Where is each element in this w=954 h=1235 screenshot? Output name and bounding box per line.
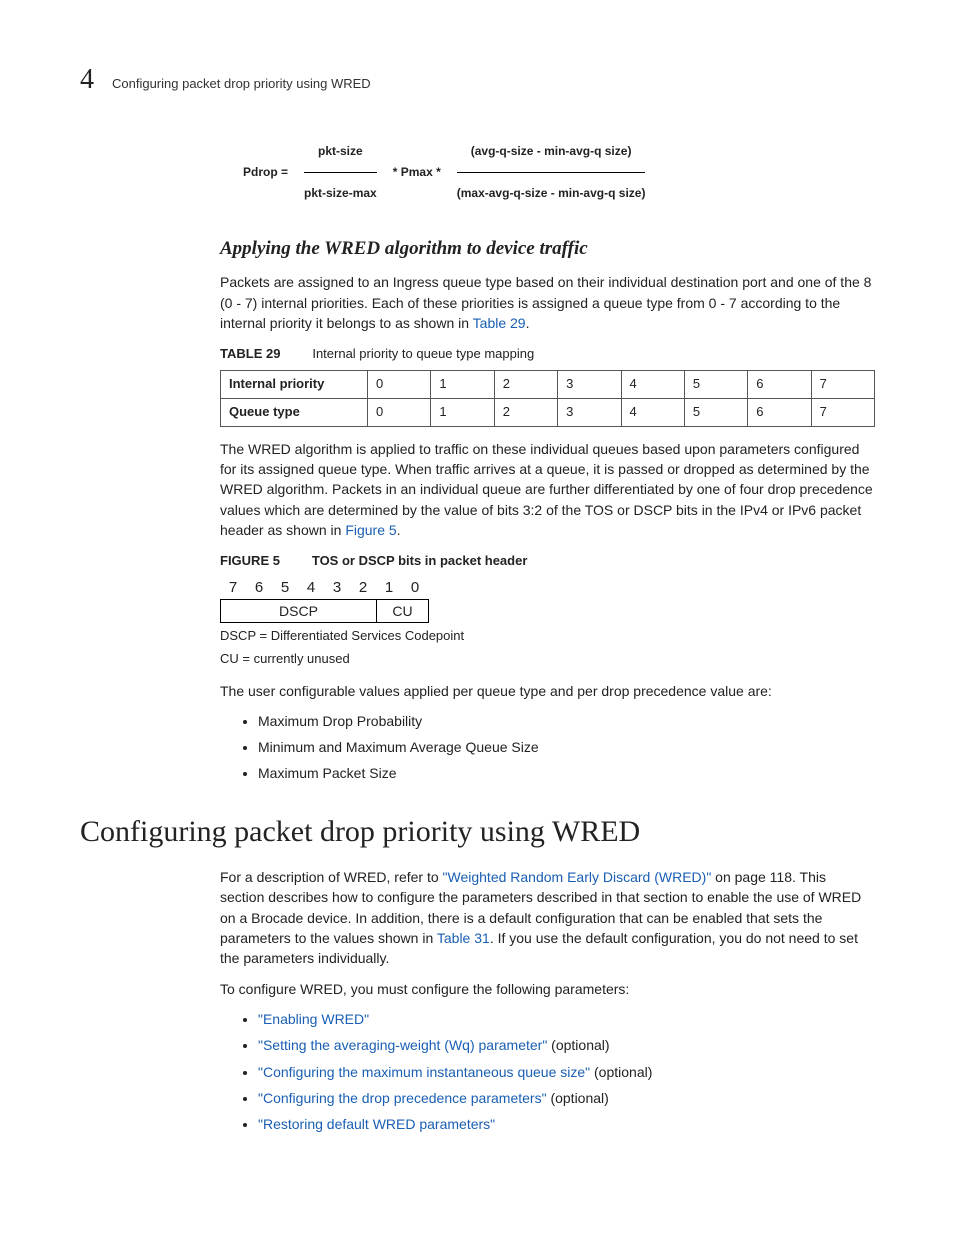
cell: 0	[368, 371, 431, 399]
fraction-bar	[304, 172, 377, 173]
text: The WRED algorithm is applied to traffic…	[220, 441, 873, 538]
text: .	[526, 315, 530, 331]
bit-index-row: 7 6 5 4 3 2 1 0	[220, 577, 874, 599]
formula-den-right: (max-avg-q-size - min-avg-q size)	[449, 183, 654, 204]
cell: 2	[494, 371, 557, 399]
table-row: Internal priority 0 1 2 3 4 5 6 7	[221, 371, 875, 399]
cell: 5	[684, 371, 747, 399]
formula-lhs: Pdrop =	[235, 162, 296, 183]
cell: 5	[684, 398, 747, 426]
paragraph: Packets are assigned to an Ingress queue…	[220, 272, 874, 333]
bit-label: 5	[272, 577, 298, 599]
caption-label: FIGURE 5	[220, 553, 280, 568]
table-31-link[interactable]: Table 31	[437, 930, 490, 946]
bullet-list: Maximum Drop Probability Minimum and Max…	[240, 711, 874, 784]
enabling-wred-link[interactable]: "Enabling WRED"	[258, 1011, 369, 1027]
figure-5: 7 6 5 4 3 2 1 0 DSCP CU DSCP = Different…	[220, 577, 874, 668]
row-header: Queue type	[221, 398, 368, 426]
formula-num-left: pkt-size	[296, 141, 385, 162]
caption-text: TOS or DSCP bits in packet header	[312, 553, 528, 568]
text: Packets are assigned to an Ingress queue…	[220, 274, 871, 331]
list-item: Maximum Drop Probability	[258, 711, 874, 731]
cell: 6	[748, 371, 811, 399]
chapter-number: 4	[80, 60, 94, 101]
cell: 7	[811, 398, 874, 426]
page-header: 4 Configuring packet drop priority using…	[80, 60, 874, 101]
max-queue-size-link[interactable]: "Configuring the maximum instantaneous q…	[258, 1064, 590, 1080]
table-29-link[interactable]: Table 29	[473, 315, 526, 331]
cell: 4	[621, 398, 684, 426]
cell: 6	[748, 398, 811, 426]
caption-text: Internal priority to queue type mapping	[312, 346, 534, 361]
table-29-caption: TABLE 29 Internal priority to queue type…	[220, 343, 874, 364]
formula-num-right: (avg-q-size - min-avg-q size)	[449, 141, 654, 162]
cell: 3	[558, 371, 621, 399]
cell: 1	[431, 398, 494, 426]
cu-field: CU	[376, 599, 429, 623]
section-heading: Configuring packet drop priority using W…	[80, 810, 874, 854]
bit-label: 0	[402, 577, 428, 599]
optional-tag: (optional)	[590, 1064, 652, 1080]
pdrop-formula: pkt-size (avg-q-size - min-avg-q size) P…	[235, 141, 874, 205]
bit-label: 7	[220, 577, 246, 599]
averaging-weight-link[interactable]: "Setting the averaging-weight (Wq) param…	[258, 1037, 547, 1053]
cell: 0	[368, 398, 431, 426]
dscp-field: DSCP	[220, 599, 376, 623]
bit-label: 3	[324, 577, 350, 599]
restore-defaults-link[interactable]: "Restoring default WRED parameters"	[258, 1116, 495, 1132]
running-head: Configuring packet drop priority using W…	[112, 75, 371, 94]
list-item: "Setting the averaging-weight (Wq) param…	[258, 1035, 874, 1055]
table-29: Internal priority 0 1 2 3 4 5 6 7 Queue …	[220, 370, 875, 427]
caption-label: TABLE 29	[220, 346, 280, 361]
cell: 4	[621, 371, 684, 399]
figure-5-link[interactable]: Figure 5	[345, 522, 396, 538]
paragraph: The WRED algorithm is applied to traffic…	[220, 439, 874, 540]
row-header: Internal priority	[221, 371, 368, 399]
bit-boxes: DSCP CU	[220, 599, 874, 623]
formula-den-left: pkt-size-max	[296, 183, 385, 204]
drop-precedence-link[interactable]: "Configuring the drop precedence paramet…	[258, 1090, 547, 1106]
list-item: "Restoring default WRED parameters"	[258, 1114, 874, 1134]
table-row: Queue type 0 1 2 3 4 5 6 7	[221, 398, 875, 426]
bit-label: 4	[298, 577, 324, 599]
text: For a description of WRED, refer to	[220, 869, 443, 885]
cell: 3	[558, 398, 621, 426]
bit-label: 2	[350, 577, 376, 599]
paragraph: To configure WRED, you must configure th…	[220, 979, 874, 999]
formula-mid: * Pmax *	[385, 162, 449, 183]
cell: 1	[431, 371, 494, 399]
figure-legend: DSCP = Differentiated Services Codepoint	[220, 627, 874, 646]
figure-5-caption: FIGURE 5 TOS or DSCP bits in packet head…	[220, 550, 874, 571]
optional-tag: (optional)	[547, 1090, 609, 1106]
text: .	[397, 522, 401, 538]
paragraph: For a description of WRED, refer to "Wei…	[220, 867, 874, 968]
bit-label: 6	[246, 577, 272, 599]
optional-tag: (optional)	[547, 1037, 609, 1053]
list-item: "Enabling WRED"	[258, 1009, 874, 1029]
cell: 2	[494, 398, 557, 426]
wred-xref-link[interactable]: "Weighted Random Early Discard (WRED)"	[443, 869, 712, 885]
paragraph: The user configurable values applied per…	[220, 681, 874, 701]
subsection-heading: Applying the WRED algorithm to device tr…	[220, 235, 874, 263]
list-item: Maximum Packet Size	[258, 763, 874, 783]
fraction-bar	[457, 172, 646, 173]
bit-label: 1	[376, 577, 402, 599]
cell: 7	[811, 371, 874, 399]
figure-legend: CU = currently unused	[220, 650, 874, 669]
list-item: "Configuring the drop precedence paramet…	[258, 1088, 874, 1108]
list-item: "Configuring the maximum instantaneous q…	[258, 1062, 874, 1082]
list-item: Minimum and Maximum Average Queue Size	[258, 737, 874, 757]
bullet-list: "Enabling WRED" "Setting the averaging-w…	[240, 1009, 874, 1134]
